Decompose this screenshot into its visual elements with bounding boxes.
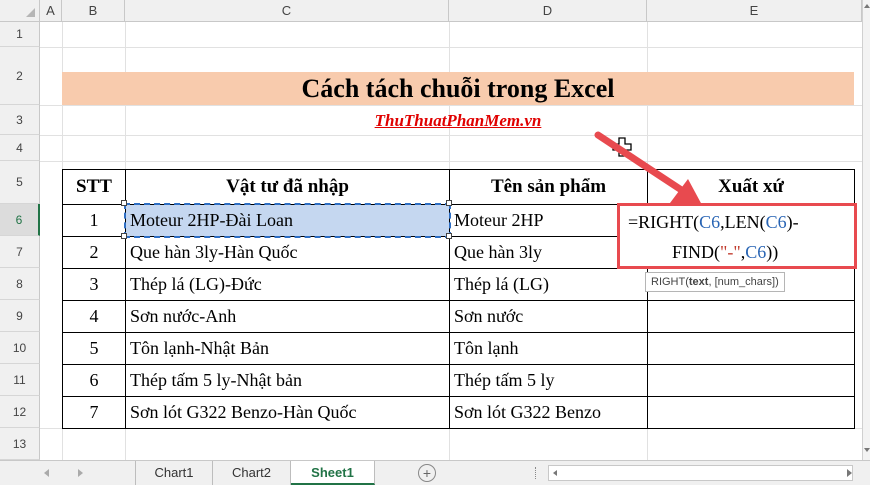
scroll-up-icon[interactable] — [863, 2, 870, 10]
row-header-6[interactable]: 6 — [0, 204, 40, 236]
resize-handle[interactable] — [121, 200, 127, 206]
cell-origin[interactable] — [647, 364, 855, 397]
column-header-d[interactable]: D — [449, 0, 647, 22]
row-header-4[interactable]: 4 — [0, 135, 40, 161]
watermark-link[interactable]: ThuThuatPhanMem.vn — [62, 107, 854, 135]
row-header-8[interactable]: 8 — [0, 268, 40, 300]
select-all-corner[interactable] — [0, 0, 40, 22]
gridline — [40, 161, 862, 162]
sheet-tab-bar: Chart1 Chart2 Sheet1 + — [0, 460, 870, 485]
sheet-next-icon[interactable] — [75, 468, 85, 478]
row-header-7[interactable]: 7 — [0, 236, 40, 268]
column-header-a[interactable]: A — [40, 0, 62, 22]
row-header-2[interactable]: 2 — [0, 47, 40, 105]
cell-materials[interactable]: Moteur 2HP-Đài Loan — [125, 204, 450, 237]
cell-materials[interactable]: Que hàn 3ly-Hàn Quốc — [125, 236, 450, 269]
formula-line-2: FIND("-",C6)) — [672, 242, 779, 262]
gridline — [40, 47, 862, 48]
cell-origin[interactable] — [647, 300, 855, 333]
cell-stt[interactable]: 1 — [62, 204, 126, 237]
sheet-tab-chart2[interactable]: Chart2 — [213, 461, 291, 485]
row-header-11[interactable]: 11 — [0, 364, 40, 396]
cell-materials[interactable]: Sơn nước-Anh — [125, 300, 450, 333]
cell-stt[interactable]: 2 — [62, 236, 126, 269]
sheet-title-cell[interactable]: Cách tách chuỗi trong Excel — [62, 72, 854, 105]
cell-materials[interactable]: Thép tấm 5 ly-Nhật bản — [125, 364, 450, 397]
sheet-prev-icon[interactable] — [42, 468, 52, 478]
cell-product[interactable]: Thép tấm 5 ly — [449, 364, 648, 397]
tab-split-handle[interactable] — [535, 467, 538, 479]
row-header-9[interactable]: 9 — [0, 300, 40, 332]
cell-stt[interactable]: 4 — [62, 300, 126, 333]
add-sheet-button[interactable]: + — [418, 464, 436, 482]
formula-edit-box[interactable]: =RIGHT(C6,LEN(C6)- FIND("-",C6)) — [617, 203, 857, 269]
cell-stt[interactable]: 7 — [62, 396, 126, 429]
column-header-e[interactable]: E — [647, 0, 862, 22]
row-header-10[interactable]: 10 — [0, 332, 40, 364]
cell-materials[interactable]: Sơn lót G322 Benzo-Hàn Quốc — [125, 396, 450, 429]
gridline — [40, 135, 862, 136]
cell-product[interactable]: Sơn lót G322 Benzo — [449, 396, 648, 429]
column-header-c[interactable]: C — [125, 0, 449, 22]
row-header-3[interactable]: 3 — [0, 105, 40, 135]
cell-origin[interactable] — [647, 332, 855, 365]
cell-stt[interactable]: 6 — [62, 364, 126, 397]
cell-materials[interactable]: Tôn lạnh-Nhật Bản — [125, 332, 450, 365]
formula-line-1: =RIGHT(C6,LEN(C6)- — [628, 212, 799, 232]
column-header-b[interactable]: B — [62, 0, 125, 22]
row-header-12[interactable]: 12 — [0, 396, 40, 428]
horizontal-scrollbar[interactable] — [548, 465, 853, 481]
gridline — [40, 105, 862, 106]
cell-origin[interactable] — [647, 396, 855, 429]
resize-handle[interactable] — [121, 233, 127, 239]
vertical-scrollbar[interactable] — [862, 0, 870, 460]
row-header-5[interactable]: 5 — [0, 161, 40, 204]
cell-stt[interactable]: 3 — [62, 268, 126, 301]
cell-product[interactable]: Thép lá (LG) — [449, 268, 648, 301]
resize-handle[interactable] — [446, 200, 452, 206]
cell-product[interactable]: Tôn lạnh — [449, 332, 648, 365]
cell-materials[interactable]: Thép lá (LG)-Đức — [125, 268, 450, 301]
function-tooltip: RIGHT(text, [num_chars]) — [645, 272, 785, 292]
scroll-right-icon[interactable] — [844, 468, 854, 478]
scroll-down-icon[interactable] — [863, 446, 870, 454]
resize-handle[interactable] — [446, 233, 452, 239]
cell-product[interactable]: Sơn nước — [449, 300, 648, 333]
cell-stt[interactable]: 5 — [62, 332, 126, 365]
arrow-annotation-icon — [594, 131, 702, 205]
sheet-tab-sheet1[interactable]: Sheet1 — [291, 461, 375, 485]
row-header-13[interactable]: 13 — [0, 428, 40, 460]
scroll-left-icon[interactable] — [551, 469, 559, 477]
row-header-1[interactable]: 1 — [0, 22, 40, 47]
sheet-tab-chart1[interactable]: Chart1 — [135, 461, 213, 485]
header-materials[interactable]: Vật tư đã nhập — [125, 169, 450, 205]
header-stt[interactable]: STT — [62, 169, 126, 205]
